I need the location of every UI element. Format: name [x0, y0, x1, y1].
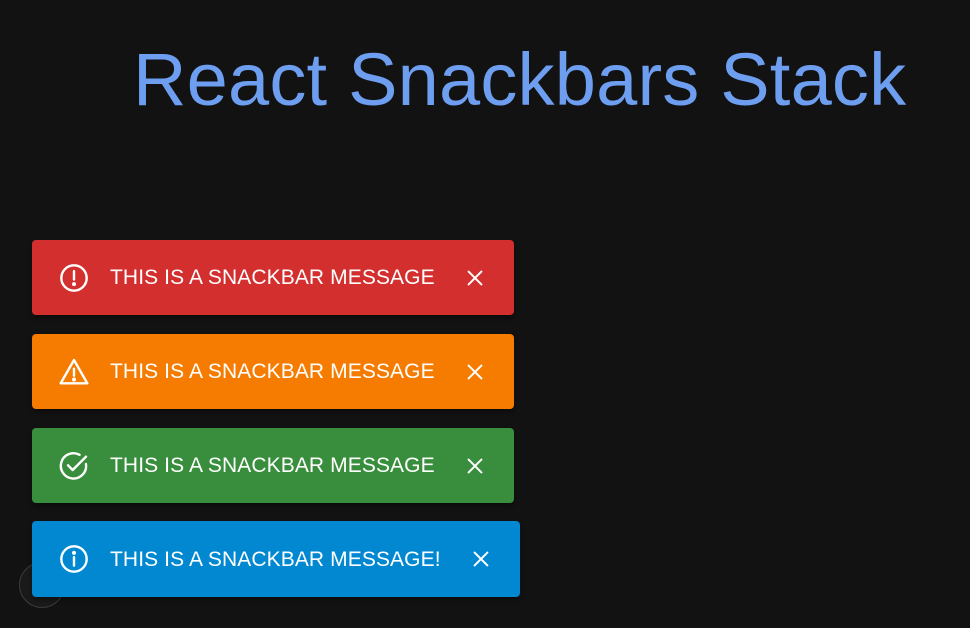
info-outline-icon	[58, 543, 90, 575]
warning-triangle-icon	[58, 356, 90, 388]
snackbar-warning: THIS IS A SNACKBAR MESSAGE	[32, 334, 514, 409]
check-circle-icon	[58, 450, 90, 482]
snackbar-message: THIS IS A SNACKBAR MESSAGE	[110, 454, 435, 477]
close-snackbar-button[interactable]	[458, 355, 492, 389]
close-icon	[467, 270, 483, 285]
snackbar-message: THIS IS A SNACKBAR MESSAGE!	[110, 547, 441, 571]
snackbar-info: THIS IS A SNACKBAR MESSAGE!	[32, 521, 520, 597]
close-icon	[467, 458, 483, 473]
page-title: React Snackbars Stack	[133, 38, 907, 121]
error-outline-icon	[58, 262, 90, 294]
close-icon	[467, 364, 483, 379]
close-icon	[473, 551, 489, 567]
close-snackbar-button[interactable]	[464, 542, 498, 576]
snackbar-error: THIS IS A SNACKBAR MESSAGE	[32, 240, 514, 315]
close-snackbar-button[interactable]	[458, 449, 492, 483]
snackbar-success: THIS IS A SNACKBAR MESSAGE	[32, 428, 514, 503]
close-snackbar-button[interactable]	[458, 261, 492, 295]
snackbar-message: THIS IS A SNACKBAR MESSAGE	[110, 266, 435, 289]
snackbar-message: THIS IS A SNACKBAR MESSAGE	[110, 360, 435, 383]
